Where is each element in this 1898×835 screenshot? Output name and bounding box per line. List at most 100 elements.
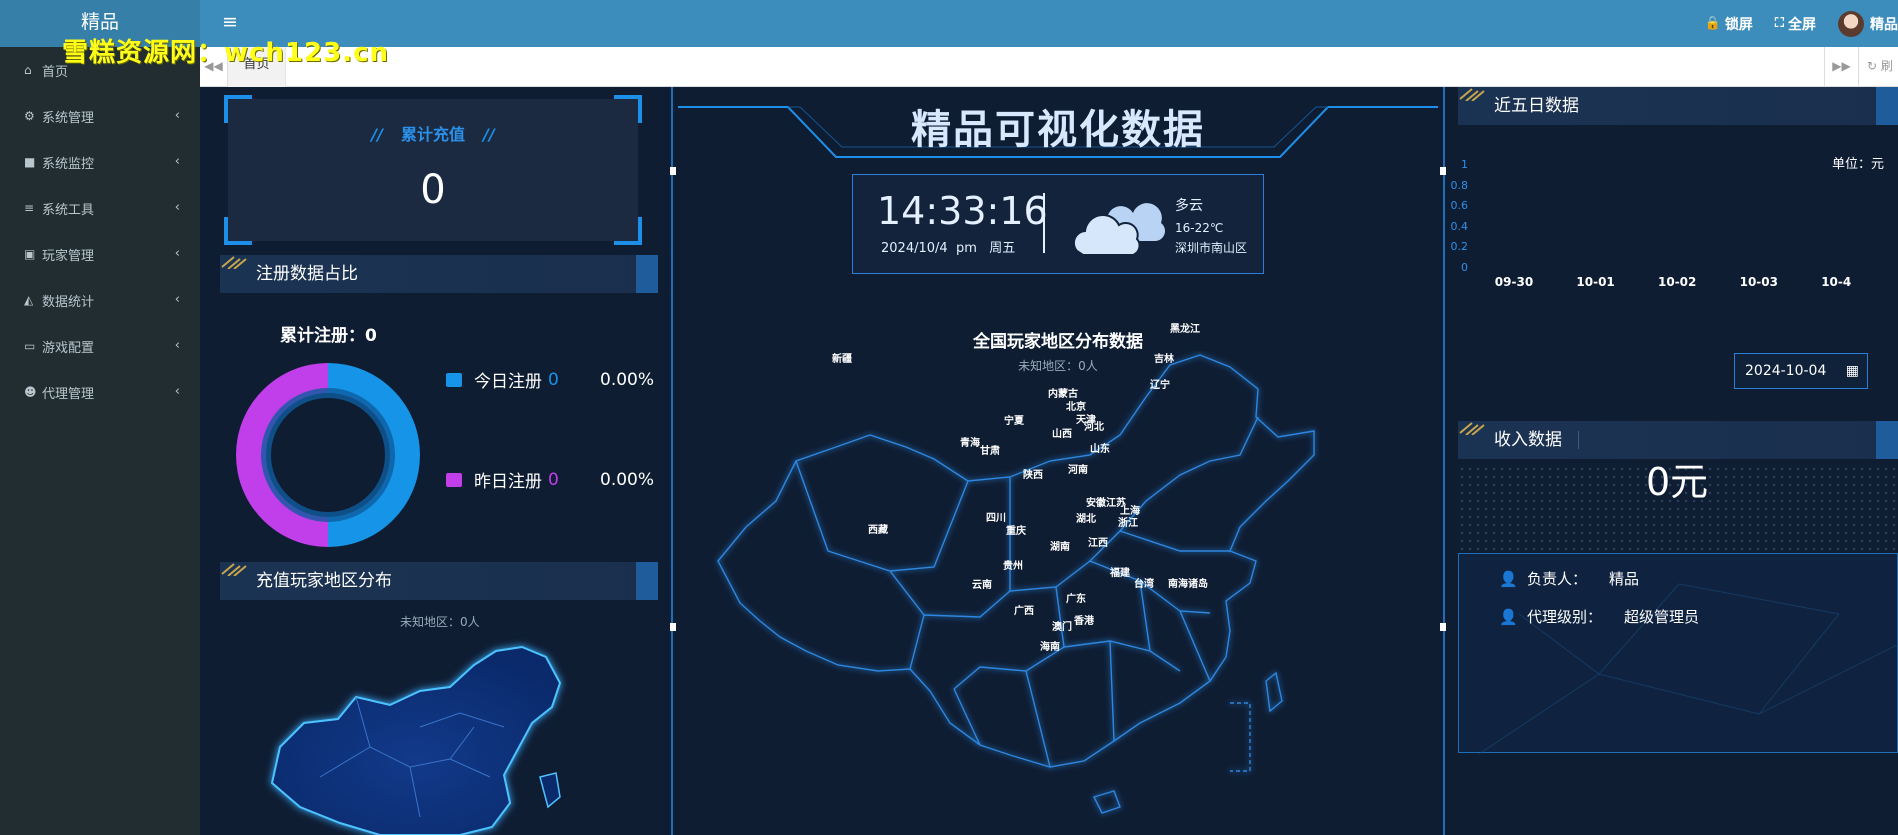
map-province-label: 海南 [1040, 642, 1060, 653]
sidebar-toggle-icon[interactable]: ≡ [222, 12, 238, 32]
lock-screen-button[interactable]: 🔒 锁屏 [1705, 14, 1753, 34]
y-tick-label: 0.4 [1450, 219, 1469, 233]
map-province-label: 江西 [1088, 538, 1108, 549]
legend-today-count: 0 [548, 369, 559, 390]
list-icon: ≡ [24, 201, 35, 215]
map-province-label: 湖南 [1050, 542, 1070, 553]
home-icon: ⌂ [24, 63, 32, 77]
recharge-title: //累计充值// [371, 125, 495, 144]
x-tick-label: 10-01 [1576, 275, 1615, 289]
y-tick-label: 0.2 [1450, 240, 1469, 254]
owner-label: 负责人： [1527, 570, 1588, 588]
watermark-text: 雪糕资源网：wch123.cn [62, 38, 390, 68]
refresh-button[interactable]: ↻ 刷 [1858, 47, 1898, 87]
user-tie-icon: 👤 [1499, 607, 1518, 626]
fullscreen-button[interactable]: ⛶ 全屏 [1775, 14, 1816, 34]
map-province-label: 云南 [972, 580, 992, 591]
recharge-region-map [270, 645, 562, 835]
sidebar-item-4[interactable]: ▣ 玩家管理 ‹ [0, 231, 200, 277]
legend-swatch-yesterday [446, 472, 462, 487]
map-province-label: 宁夏 [1004, 416, 1024, 427]
income-title: 收入数据 [1494, 430, 1562, 450]
map-province-label: 青海 [960, 438, 980, 449]
clock-time: 14:33:16 [877, 189, 1048, 233]
users-icon: ☻ [24, 385, 37, 399]
legend-yesterday-pct: 0.00% [600, 469, 655, 490]
refresh-label: 刷 [1880, 59, 1893, 73]
income-value: 0元 [1646, 460, 1709, 504]
registration-panel-header: 注册数据占比 [220, 255, 658, 293]
expand-icon: ⛶ [1774, 16, 1784, 31]
map-province-label: 湖北 [1076, 514, 1096, 525]
recent-five-title: 近五日数据 [1494, 96, 1579, 116]
map-province-label: 甘肃 [980, 446, 1000, 457]
map-province-label: 安徽 [1086, 498, 1106, 509]
user-menu[interactable]: 精品 [1838, 10, 1898, 37]
x-tick-label: 10-03 [1739, 275, 1778, 289]
desktop-icon: ▭ [24, 339, 36, 353]
sidebar-item-label: 系统工具 [42, 202, 95, 218]
registration-total: 累计注册：0 [280, 326, 377, 346]
lock-screen-label: 锁屏 [1724, 16, 1753, 33]
map-province-label: 台湾 [1134, 579, 1154, 590]
legend-today-label: 今日注册 [474, 372, 542, 392]
sidebar-item-label: 游戏配置 [42, 340, 95, 356]
gear-icon: ⚙ [24, 109, 35, 123]
recent-five-panel-header: 近五日数据 [1458, 87, 1898, 125]
map-province-label: 浙江 [1118, 518, 1138, 529]
sidebar-item-3[interactable]: ≡ 系统工具 ‹ [0, 185, 200, 231]
map-province-label: 陕西 [1023, 470, 1043, 481]
map-province-label: 新疆 [832, 354, 852, 365]
map-province-label: 重庆 [1006, 526, 1026, 537]
user-icon: 👤 [1499, 569, 1518, 588]
level-value: 超级管理员 [1624, 608, 1700, 626]
sidebar-item-label: 代理管理 [42, 386, 95, 402]
map-province-label: 山东 [1090, 444, 1110, 455]
legend-yesterday-count: 0 [548, 469, 559, 490]
refresh-icon: ↻ [1867, 59, 1878, 73]
y-tick-label: 0.6 [1450, 199, 1469, 213]
x-tick-label: 10-02 [1658, 275, 1697, 289]
recharge-region-panel-header: 充值玩家地区分布 [220, 562, 658, 600]
owner-value: 精品 [1609, 570, 1640, 588]
sidebar-item-5[interactable]: ◭ 数据统计 ‹ [0, 277, 200, 323]
sidebar-item-1[interactable]: ⚙ 系统管理 ‹ [0, 93, 200, 139]
sidebar-item-7[interactable]: ☻ 代理管理 ‹ [0, 369, 200, 415]
china-player-map [717, 354, 1315, 814]
legend-swatch-today [446, 372, 462, 387]
registration-donut-chart [236, 363, 420, 547]
legend-yesterday-label: 昨日注册 [474, 472, 542, 492]
tab-bar: ◀◀ 首页 ▶▶ ↻ 刷 [200, 47, 1898, 87]
sidebar-item-label: 数据统计 [42, 294, 95, 310]
top-right-actions: 🔒 锁屏 ⛶ 全屏 精品 [1705, 0, 1898, 47]
sidebar-item-label: 系统管理 [42, 110, 95, 126]
map-province-label: 贵州 [1003, 561, 1023, 572]
id-card-icon: ▣ [24, 247, 36, 261]
y-tick-label: 0.8 [1450, 178, 1469, 192]
weather-info: 多云 16-22℃ 深圳市南山区 [1175, 195, 1247, 256]
legend-today: 今日注册 0 0.00% [446, 367, 654, 392]
clock-date: 2024/10/4 pm 周五 [881, 241, 1016, 256]
map-title: 全国玩家地区分布数据 [973, 332, 1143, 352]
map-province-label: 河北 [1084, 422, 1104, 433]
chevron-left-icon: ‹ [174, 384, 180, 399]
recharge-total-value: 0 [420, 167, 446, 213]
tab-scroll-right-button[interactable]: ▶▶ [1824, 47, 1858, 87]
lock-icon: 🔒 [1704, 16, 1721, 31]
owner-row: 👤 负责人： 精品 [1499, 568, 1639, 589]
income-date-picker[interactable]: 2024-10-04 ▦ [1734, 353, 1868, 389]
map-province-label: 南海诸岛 [1168, 579, 1208, 590]
sidebar-item-6[interactable]: ▭ 游戏配置 ‹ [0, 323, 200, 369]
chevron-left-icon: ‹ [174, 338, 180, 353]
user-name: 精品 [1870, 16, 1898, 33]
clock-weather-box: 14:33:16 2024/10/4 pm 周五 多云 16-22℃ 深圳市南山… [852, 174, 1264, 274]
map-province-label: 河南 [1068, 465, 1088, 476]
sidebar-item-2[interactable]: ■ 系统监控 ‹ [0, 139, 200, 185]
area-chart-icon: ◭ [24, 293, 34, 307]
sidebar-item-label: 系统监控 [42, 156, 95, 172]
calendar-icon: ▦ [1845, 363, 1859, 379]
weather-desc: 多云 [1175, 198, 1203, 214]
legend-yesterday: 昨日注册 0 0.00% [446, 467, 654, 492]
map-province-label: 福建 [1110, 568, 1130, 579]
chevron-left-icon: ‹ [174, 108, 180, 123]
